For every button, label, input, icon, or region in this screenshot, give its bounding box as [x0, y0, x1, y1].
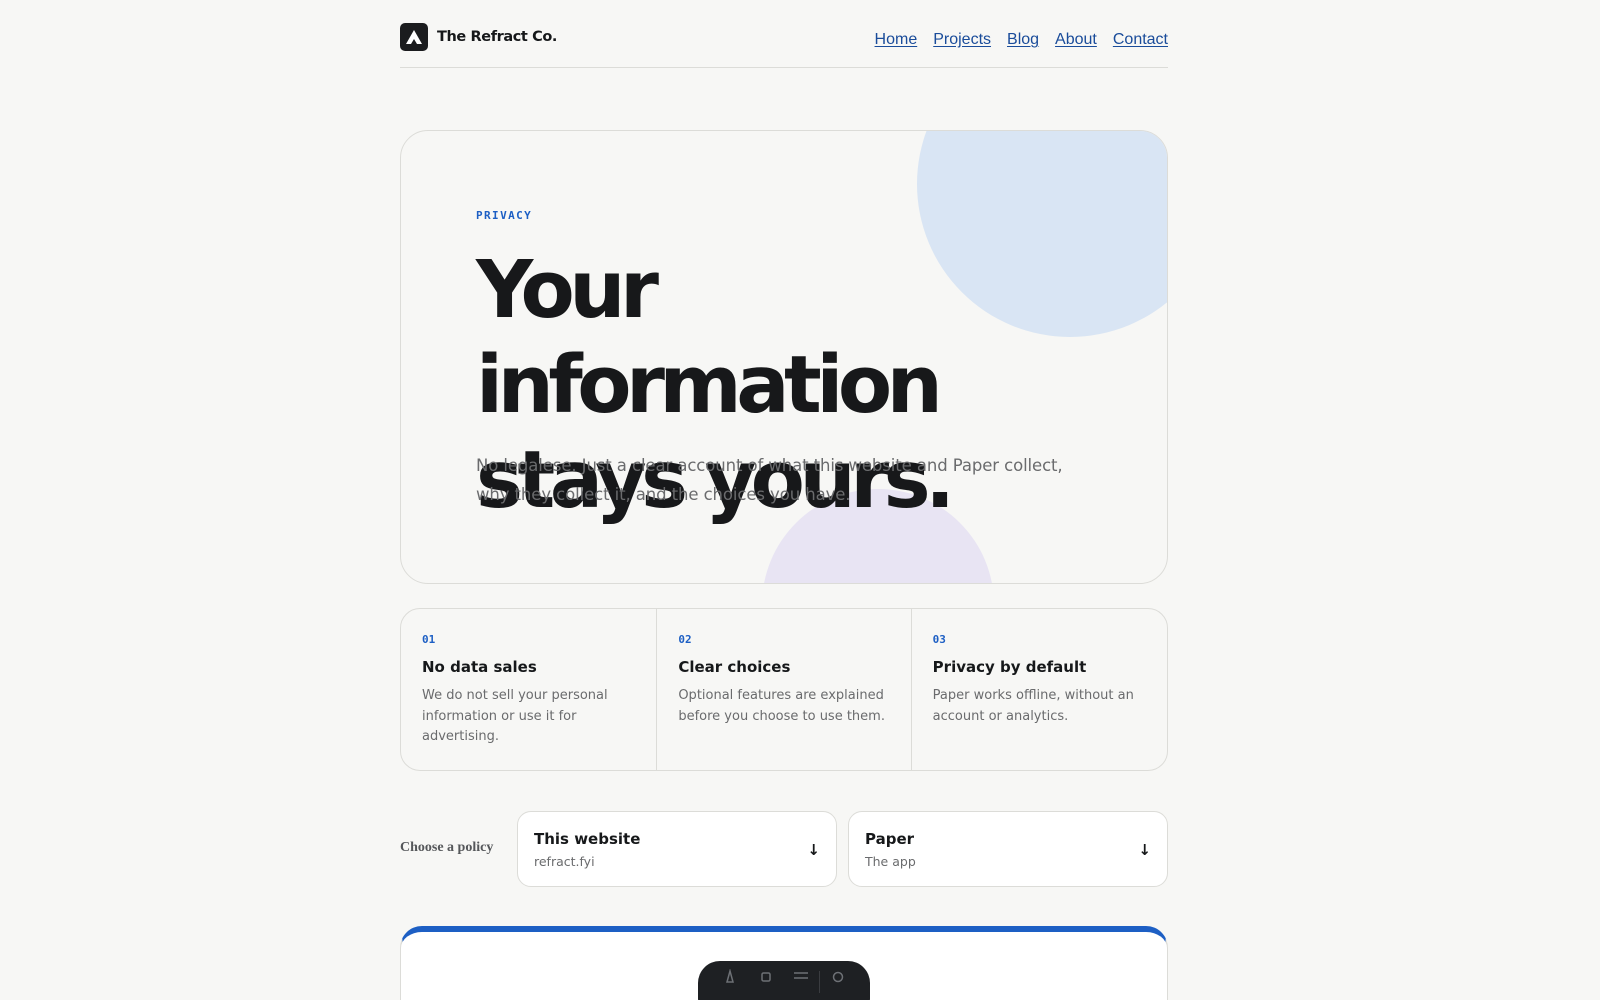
nav-link-home[interactable]: Home: [875, 31, 918, 49]
nav-link-projects[interactable]: Projects: [933, 31, 991, 49]
hero-headline-line-1: Your information: [476, 244, 943, 431]
page: The Refract Co. Home Projects Blog About…: [400, 0, 1168, 1000]
arrow-down-icon: ↓: [807, 841, 820, 859]
arrow-down-icon: ↓: [1138, 841, 1151, 859]
policy-option-title: Paper: [865, 830, 915, 848]
policy-option-website[interactable]: This website refract.fyi ↓: [517, 811, 837, 887]
nav-link-about[interactable]: About: [1055, 31, 1097, 49]
policy-option-title: This website: [534, 830, 641, 848]
nav-link-contact[interactable]: Contact: [1113, 31, 1168, 49]
feature-title: No data sales: [422, 658, 537, 676]
brand-name: The Refract Co.: [437, 29, 558, 45]
hero-card: PRIVACY Your information stays yours. No…: [400, 130, 1168, 584]
feature-number: 02: [678, 633, 692, 646]
nav-link-blog[interactable]: Blog: [1007, 31, 1039, 49]
feature-card: 01 No data sales We do not sell your per…: [401, 609, 658, 770]
mountain-icon: [400, 23, 428, 51]
settings-icon: [820, 969, 856, 1000]
policy-option-subtitle: refract.fyi: [534, 854, 595, 869]
feature-card: 02 Clear choices Optional features are e…: [657, 609, 912, 770]
policy-option-paper[interactable]: Paper The app ↓: [848, 811, 1168, 887]
policy-chooser-label: Choose a policy: [400, 840, 494, 855]
feature-number: 01: [422, 633, 436, 646]
feature-card: 03 Privacy by default Paper works offlin…: [912, 609, 1167, 770]
feature-text: We do not sell your personal information…: [422, 688, 608, 744]
site-header: The Refract Co. Home Projects Blog About…: [400, 0, 1168, 68]
policy-option-subtitle: The app: [865, 854, 916, 869]
pen-icon: [712, 969, 748, 1000]
app-toolbar-preview: [698, 961, 870, 1000]
main-nav: Home Projects Blog About Contact: [875, 23, 1168, 49]
feature-title: Clear choices: [678, 658, 791, 676]
policy-panel: [400, 926, 1168, 1000]
stamp-icon: [748, 969, 784, 1000]
brand[interactable]: The Refract Co.: [400, 23, 557, 51]
hero-lede: No legalese. Just a clear account of wha…: [476, 456, 1063, 504]
feature-cards: 01 No data sales We do not sell your per…: [400, 608, 1168, 771]
feature-text: Optional features are explained before y…: [678, 688, 885, 724]
menu-icon: [784, 969, 820, 1000]
hero-eyebrow: PRIVACY: [476, 209, 533, 222]
feature-number: 03: [932, 633, 946, 646]
feature-text: Paper works offline, without an account …: [932, 688, 1134, 724]
feature-title: Privacy by default: [932, 658, 1087, 676]
